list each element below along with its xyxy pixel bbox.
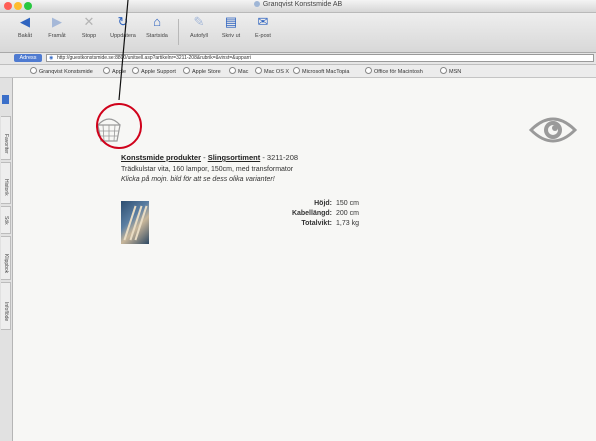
tab-channels-label: Infoflöde [3, 302, 9, 322]
breadcrumb-category-link[interactable]: Slingsortiment [208, 153, 261, 162]
autofill-button-label: Autofyll [189, 33, 209, 39]
tab-search[interactable]: Sök [1, 206, 11, 234]
home-button[interactable]: ⌂ Startsida [142, 15, 172, 49]
bookmark-icon [293, 67, 300, 74]
home-button-label: Startsida [146, 33, 168, 39]
favorite-label: Mac [238, 69, 249, 75]
product-hint: Klicka på mojn. bild för att se dess oli… [121, 176, 275, 183]
back-button-label: Bakåt [17, 33, 33, 39]
favorites-bar: Granqvist Konstsmide Apple Apple Support… [0, 65, 596, 78]
mail-button[interactable]: ✉ E-post [248, 15, 278, 49]
forward-button[interactable]: ▶ Framåt [42, 15, 72, 49]
sidebar-tab-strip: Favoriter Historik Sök Klippbok Infoflöd… [0, 78, 13, 441]
print-button[interactable]: ▤ Skriv ut [216, 15, 246, 49]
forward-button-label: Framåt [48, 33, 66, 39]
tab-search-label: Sök [3, 216, 9, 225]
print-icon: ▤ [224, 14, 238, 29]
tab-history-label: Historik [3, 179, 9, 196]
product-description: Trädkulstar vita, 160 lampor, 150cm, med… [121, 166, 294, 173]
favorite-label: Microsoft MacTopia [302, 69, 350, 75]
toolbar: ◀ Bakåt ▶ Framåt ✕ Stopp ↻ Uppdatera ⌂ S… [0, 13, 596, 53]
page-icon: ◉ [49, 55, 54, 61]
site-logo-icon [253, 1, 260, 7]
tab-history[interactable]: Historik [1, 162, 11, 204]
spec-value-height: 150 cm [336, 200, 359, 207]
spec-value-weight: 1,73 kg [336, 220, 359, 227]
stop-button[interactable]: ✕ Stopp [74, 15, 104, 49]
address-label: Adress [14, 54, 42, 62]
spec-label-cable: Kabellängd: [291, 210, 332, 217]
url-text: http://guestkonstsmide.se:8800/unitsell.… [57, 55, 252, 61]
favorite-link[interactable]: Mac OS X [255, 67, 289, 75]
bookmark-icon [103, 67, 110, 74]
favorite-link[interactable]: Apple Store [183, 67, 221, 75]
product-thumbnail[interactable] [121, 201, 149, 244]
favorite-link[interactable]: Mac [229, 67, 248, 75]
callout-highlight-circle [96, 103, 142, 149]
home-icon: ⌂ [153, 14, 161, 29]
favorite-link[interactable]: MSN [440, 67, 461, 75]
window-title: Granqvist Konstsmide AB [0, 1, 596, 8]
mail-button-label: E-post [255, 33, 271, 39]
favorite-label: MSN [449, 69, 462, 75]
tab-favorites-label: Favoriter [3, 134, 9, 154]
breadcrumb-products-link[interactable]: Konstsmide produkter [121, 153, 201, 162]
favorite-label: Granqvist Konstsmide [39, 69, 93, 75]
product-heading: Konstsmide produkter - Slingsortiment - … [121, 153, 298, 162]
back-button[interactable]: ◀ Bakåt [10, 15, 40, 49]
bookmark-icon [255, 67, 262, 74]
print-button-label: Skriv ut [221, 33, 241, 39]
sidebar-toggle-icon[interactable] [2, 95, 9, 104]
stop-button-label: Stopp [81, 33, 97, 39]
spec-label-height: Höjd: [314, 200, 332, 207]
title-bar: Granqvist Konstsmide AB [0, 0, 596, 13]
browser-window: Granqvist Konstsmide AB ◀ Bakåt ▶ Framåt… [0, 0, 596, 441]
spec-label-weight: Totalvikt: [301, 220, 332, 227]
bookmark-icon [132, 67, 139, 74]
tab-scrapbook[interactable]: Klippbok [1, 236, 11, 280]
favorite-label: Apple Store [192, 69, 221, 75]
bookmark-icon [440, 67, 447, 74]
mail-icon: ✉ [257, 14, 269, 29]
product-code: - 3211-208 [262, 153, 299, 162]
spec-value-cable: 200 cm [336, 210, 359, 217]
back-arrow-icon: ◀ [20, 14, 30, 29]
favorite-link[interactable]: Granqvist Konstsmide [30, 67, 93, 75]
tab-channels[interactable]: Infoflöde [1, 282, 11, 330]
tab-scrapbook-label: Klippbok [3, 254, 9, 274]
favorite-link[interactable]: Office för Macintosh [365, 67, 423, 75]
favorite-link[interactable]: Apple Support [132, 67, 176, 75]
autofill-button[interactable]: ✎ Autofyll [184, 15, 214, 49]
favorite-link[interactable]: Microsoft MacTopia [293, 67, 349, 75]
autofill-icon: ✎ [193, 14, 205, 29]
bookmark-icon [30, 67, 37, 74]
callout-pointer-line [118, 0, 129, 100]
toolbar-separator [178, 19, 179, 45]
favorite-label: Apple Support [141, 69, 176, 75]
window-title-text: Granqvist Konstsmide AB [262, 1, 343, 8]
address-bar: Adress ◉ http://guestkonstsmide.se:8800/… [0, 53, 596, 65]
breadcrumb-separator: - [203, 153, 206, 162]
forward-arrow-icon: ▶ [52, 14, 62, 29]
stop-icon: ✕ [83, 14, 95, 29]
favorite-label: Office för Macintosh [374, 69, 423, 75]
bookmark-icon [229, 67, 236, 74]
bookmark-icon [183, 67, 190, 74]
bookmark-icon [365, 67, 372, 74]
favorite-label: Mac OS X [264, 69, 290, 75]
eye-icon[interactable] [528, 112, 578, 148]
tab-favorites[interactable]: Favoriter [1, 116, 11, 160]
